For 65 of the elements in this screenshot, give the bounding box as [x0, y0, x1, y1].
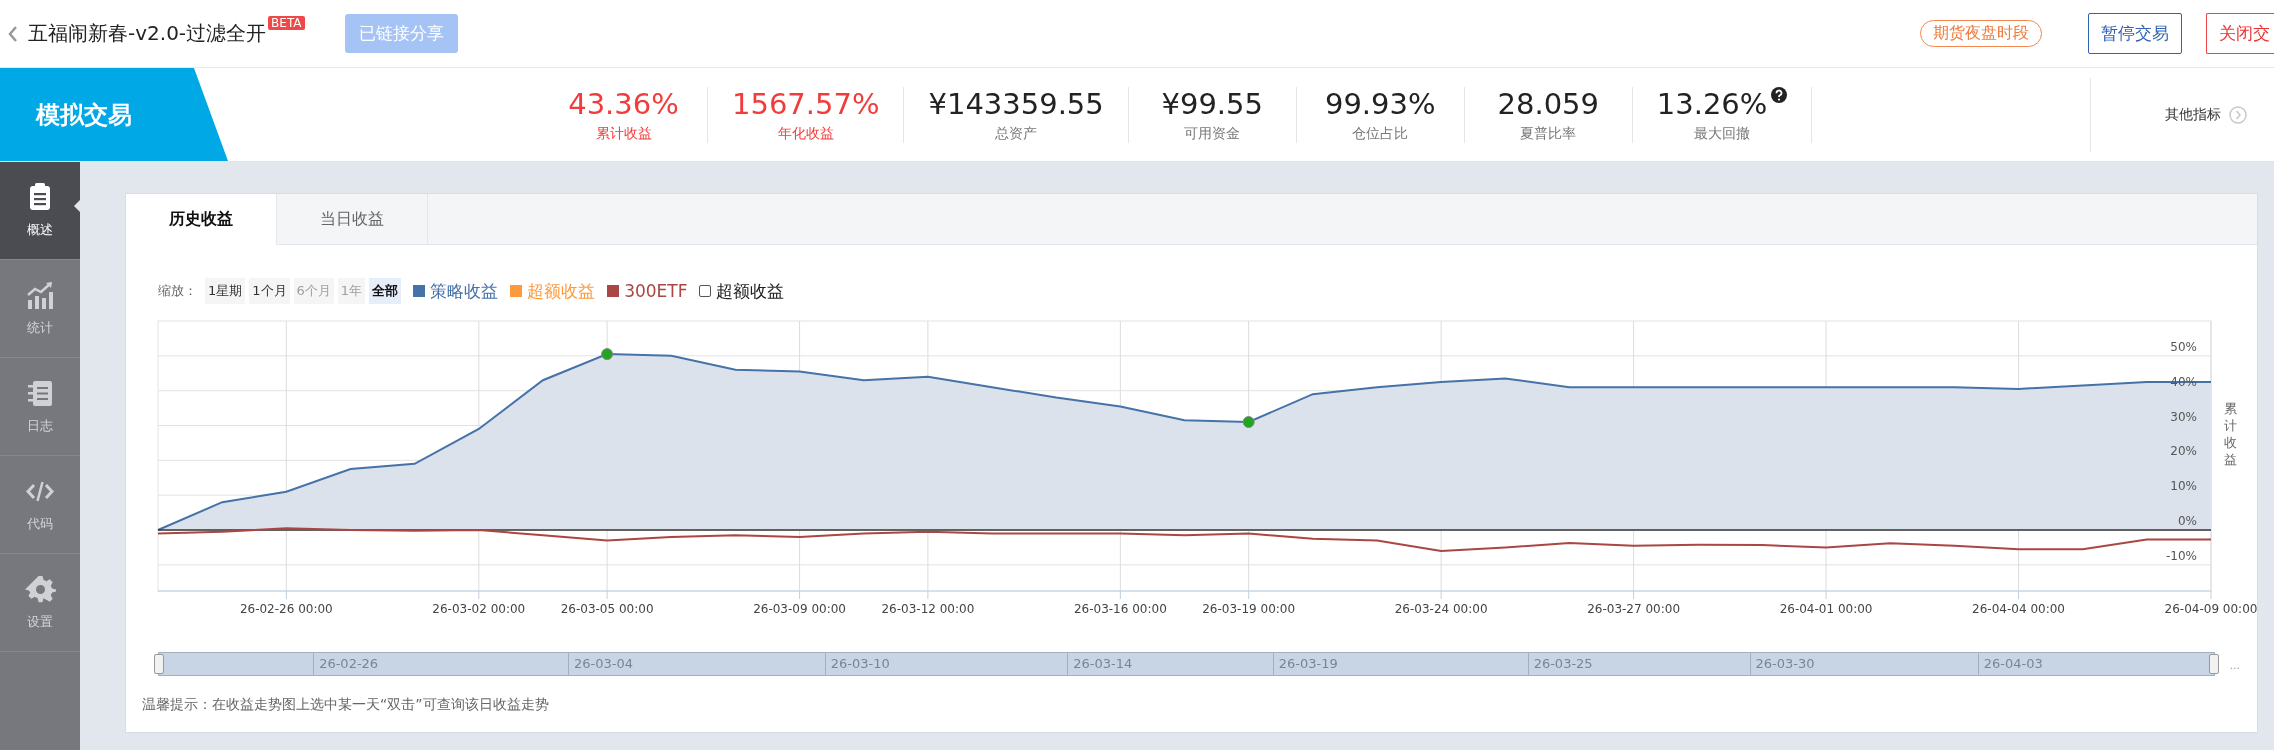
stat-label: 年化收益: [776, 124, 835, 143]
stat-value: ¥143359.55: [928, 86, 1104, 121]
hint-text: 温馨提示：在收益走势图上选中某一天“双击”可查询该日收益走势: [142, 696, 550, 714]
zoom-label: 缩放：: [158, 282, 197, 300]
pause-trading-button[interactable]: 暂停交易: [2088, 13, 2182, 54]
x-tick-label: 26-03-12 00:00: [881, 602, 975, 616]
stat-value: 28.059: [1497, 86, 1599, 121]
x-tick-label: 26-04-01 00:00: [1779, 602, 1873, 616]
x-tick-label: 26-03-02 00:00: [432, 602, 526, 616]
stat-value: 99.93%: [1324, 86, 1436, 121]
x-tick-label: 26-03-24 00:00: [1394, 602, 1488, 616]
legend-label[interactable]: 策略收益: [430, 279, 499, 303]
y-tick-label: 50%: [2170, 339, 2197, 354]
zoom-option[interactable]: 全部: [369, 278, 402, 304]
zoom-option[interactable]: 1星期: [205, 278, 246, 304]
stat-label: 累计收益: [594, 124, 653, 143]
stat-label: 可用资金: [1183, 124, 1242, 143]
x-tick-label: 26-04-09 00:00: [2164, 602, 2258, 616]
range-handle[interactable]: [2209, 654, 2219, 674]
x-tick-label: 26-03-05 00:00: [560, 602, 654, 616]
more-indicator: ...: [2229, 659, 2240, 672]
beta-badge: BETA: [268, 15, 305, 30]
stat-label: 总资产: [994, 124, 1039, 143]
navigator-date: 26-03-30: [1749, 653, 1815, 675]
y-tick-label: 30%: [2170, 409, 2197, 424]
more-metrics-link[interactable]: 其他指标: [2165, 105, 2221, 124]
drawdown-marker: [1242, 416, 1255, 429]
y-tick-label: 20%: [2170, 444, 2197, 459]
chevron-circle-icon: [2229, 105, 2247, 124]
stat-value: ¥99.55: [1161, 86, 1263, 121]
navigator-date: 26-03-19: [1272, 653, 1338, 675]
sidebar-item[interactable]: 概述: [0, 162, 80, 260]
close-trading-button[interactable]: 关闭交: [2206, 13, 2274, 54]
x-tick-label: 26-02-26 00:00: [239, 602, 333, 616]
stat-label: 最大回撤: [1693, 124, 1752, 143]
navigator-date: 26-02-26: [313, 653, 379, 675]
navigator-date: 26-03-14: [1067, 653, 1133, 675]
stat-label: 仓位占比: [1351, 124, 1410, 143]
strategy-title: 五福闹新春-v2.0-过滤全开: [28, 20, 267, 47]
stat-value: 13.26%: [1656, 86, 1768, 121]
y-tick-label: 10%: [2170, 479, 2197, 494]
legend-label[interactable]: 300ETF: [624, 281, 688, 301]
stat-label: 夏普比率: [1519, 124, 1578, 143]
stat-value: 43.36%: [568, 86, 679, 121]
stat-value: 1567.57%: [732, 86, 880, 121]
x-tick-label: 26-04-04 00:00: [1972, 602, 2065, 616]
mode-label: 模拟交易: [0, 68, 228, 161]
x-tick-label: 26-03-19 00:00: [1202, 602, 1296, 616]
drawdown-marker: [601, 348, 614, 361]
zoom-option[interactable]: 1个月: [249, 278, 290, 304]
x-tick-label: 26-03-09 00:00: [753, 602, 846, 616]
y-axis-title: 累计收益: [2223, 401, 2237, 467]
y-tick-label: -10%: [2166, 548, 2197, 563]
navigator-date: 26-03-04: [567, 653, 633, 675]
checkbox-label[interactable]: 超额收益: [716, 279, 785, 303]
x-tick-label: 26-03-16 00:00: [1073, 602, 1167, 616]
navigator-date: 26-04-03: [1977, 653, 2043, 675]
tab[interactable]: 当日收益: [277, 194, 428, 245]
y-tick-label: 0%: [2177, 514, 2197, 529]
gear-icon: [24, 574, 56, 605]
navigator-date: 26-03-10: [824, 653, 890, 675]
range-handle[interactable]: [154, 654, 164, 674]
x-tick-label: 26-03-27 00:00: [1587, 602, 1681, 616]
checkbox[interactable]: [699, 285, 712, 297]
navigator-date: 26-03-25: [1527, 653, 1593, 675]
